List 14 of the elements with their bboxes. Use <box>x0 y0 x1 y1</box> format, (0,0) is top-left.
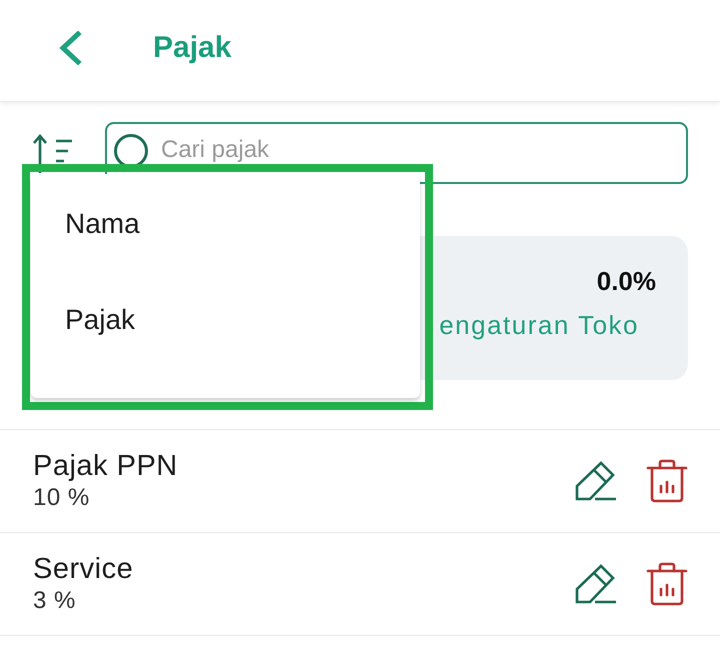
page-title: Pajak <box>153 30 232 66</box>
tax-rate: 3 % <box>33 586 76 616</box>
search-field[interactable]: Cari pajak <box>105 122 688 184</box>
tax-name: Pajak PPN <box>33 448 178 484</box>
sort-icon[interactable] <box>32 133 74 173</box>
tax-rate: 10 % <box>33 483 90 514</box>
edit-icon[interactable] <box>575 564 617 604</box>
tax-name: Service <box>33 552 134 586</box>
chevron-left-icon[interactable] <box>58 30 82 64</box>
trash-icon[interactable] <box>646 459 688 503</box>
trash-icon[interactable] <box>646 562 688 606</box>
edit-icon[interactable] <box>575 461 617 501</box>
sort-option[interactable]: Pajak <box>31 272 420 368</box>
tax-rate-value: 0.0% <box>596 266 656 298</box>
